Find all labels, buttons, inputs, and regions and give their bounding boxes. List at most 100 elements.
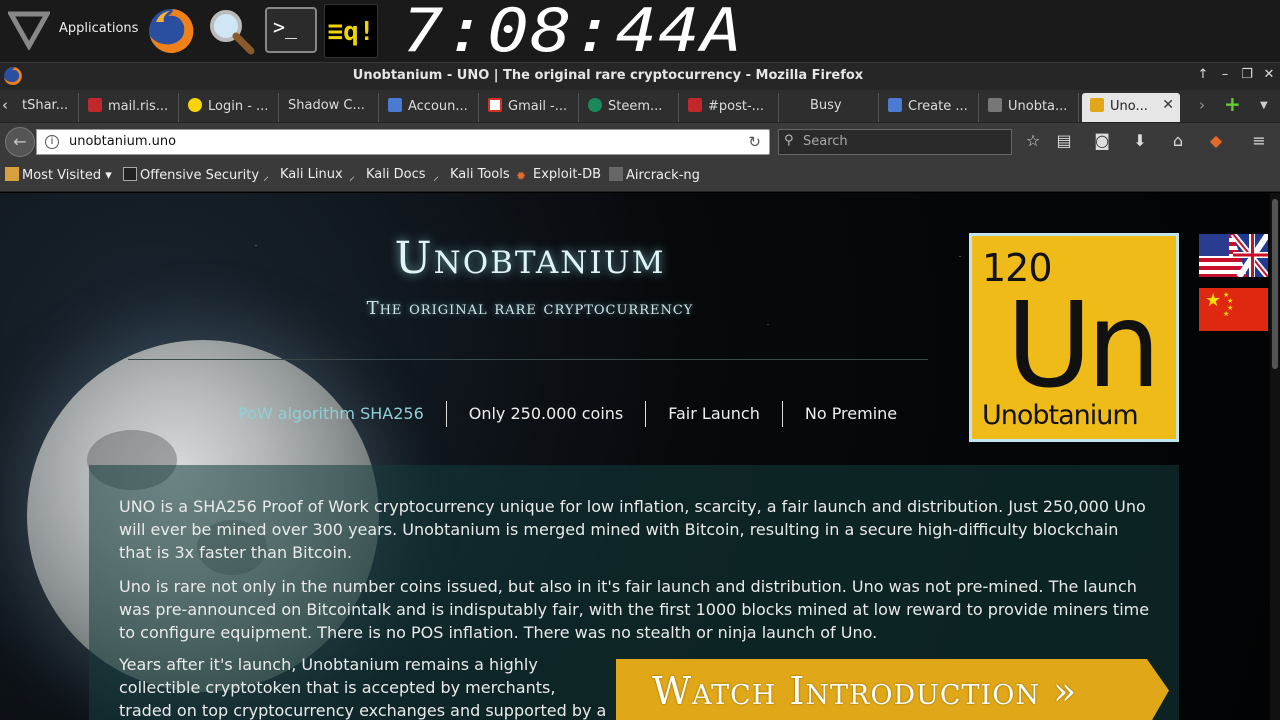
element-symbol: Un [1006,276,1161,414]
tab-label: Accoun... [408,99,468,114]
window-close-button[interactable]: ✕ [1259,67,1279,82]
bookmark-label: Exploit-DB [533,167,602,182]
chinese-flag-icon[interactable]: ★ ★ ★ ★ ★ [1199,288,1268,331]
window-title: Unobtanium - UNO | The original rare cry… [352,68,864,83]
feature-item: Only 250.000 coins [447,401,647,427]
tab[interactable]: Unobta... [980,93,1079,122]
feature-list: PoW algorithm SHA256 Only 250.000 coins … [216,401,919,427]
applications-menu-label[interactable]: Applications [59,21,138,36]
window-titlebar: Unobtanium - UNO | The original rare cry… [0,62,1280,90]
bookmark-star-icon[interactable]: ☆ [1022,131,1044,150]
panel-clock: 7:08:44A [402,0,744,66]
pocket-icon[interactable]: ◙ [1091,131,1113,150]
home-icon[interactable]: ⌂ [1167,131,1189,150]
firefox-launcher-icon[interactable] [146,6,196,56]
reload-icon[interactable]: ↻ [748,133,761,151]
feature-item: PoW algorithm SHA256 [216,401,447,427]
url-bar[interactable]: i unobtanium.uno ↻ [36,129,770,155]
watch-introduction-button[interactable]: Watch Introduction » [616,659,1169,720]
site-info-icon[interactable]: i [45,135,59,149]
feature-item: Fair Launch [646,401,783,427]
window-maximize-button[interactable]: ❐ [1237,67,1257,82]
tab[interactable]: tShar... [14,93,79,122]
tab[interactable]: #post-... [680,93,779,122]
tab-label: tShar... [22,98,69,113]
window-minimize-button[interactable]: – [1215,67,1235,82]
page-title: Unobtanium [394,233,666,284]
search-icon: ⚲ [784,133,794,148]
bookmark-label: Kali Linux [280,167,343,182]
tab[interactable]: Accoun... [380,93,479,122]
extension-icon[interactable]: ◆ [1205,131,1227,150]
account-tab-icon [388,98,402,112]
bookmark-aircrack-ng[interactable]: Aircrack-ng [609,167,700,183]
bookmarks-toolbar: Most Visited ▾ Offensive Security ⸝ Kali … [0,158,1280,192]
applications-menu-icon[interactable] [8,10,50,50]
tab[interactable]: Shadow C... [280,93,379,122]
unobtanium-tab-icon [988,98,1002,112]
bookmark-label: Aircrack-ng [626,168,700,183]
tab-bar: ‹ tShar... mail.ris... Login - ... Shado… [0,90,1280,122]
tab[interactable]: Steem... [580,93,679,122]
bookmark-label: Kali Tools [450,167,510,182]
title-divider [128,359,928,360]
english-flag-icon[interactable] [1199,234,1268,277]
bookmark-exploit-db[interactable]: ✹ Exploit-DB [516,167,601,183]
tab-label: Uno... [1110,99,1148,114]
intro-paragraph: UNO is a SHA256 Proof of Work cryptocurr… [119,497,1146,562]
bookmark-label: Most Visited [22,168,102,183]
bookmark-label: Kali Docs [366,167,426,182]
navigation-bar: ← i unobtanium.uno ↻ ⚲ Search ☆ ▤ ◙ ⬇ ⌂ … [0,122,1280,158]
intro-paragraph: Years after it's launch, Unobtanium rema… [119,655,607,720]
exploitdb-icon: ✹ [516,169,527,183]
flag-star-icon: ★ [1205,290,1222,311]
bookmark-most-visited[interactable]: Most Visited ▾ [5,167,112,183]
gmail-tab-icon [488,98,502,112]
bookmark-kali-docs[interactable]: ⸝ Kali Docs [349,167,426,183]
tab-list-icon[interactable]: ▼ [1260,100,1268,111]
terminal-launcher-icon[interactable]: >_ [265,7,317,53]
tab-scroll-right-icon[interactable]: › [1199,96,1205,114]
tab-label: Shadow C... [288,98,365,113]
tab-active[interactable]: Uno... ✕ [1082,93,1180,122]
cpu-monitor-icon: ≡q! [324,4,378,58]
back-arrow-icon[interactable]: ← [5,127,35,157]
search-placeholder: Search [803,134,848,149]
create-tab-icon [888,98,902,112]
bookmark-offensive-security[interactable]: Offensive Security [123,167,259,183]
tab-label: Busy [810,98,842,113]
bookmark-kali-tools[interactable]: ⸝ Kali Tools [433,167,510,183]
tab-close-icon[interactable]: ✕ [1162,97,1174,113]
scrollbar-thumb[interactable] [1272,199,1278,369]
steem-tab-icon [588,98,602,112]
mail-tab-icon [88,98,102,112]
tab-label: Unobta... [1008,99,1068,114]
tab-label: Login - ... [208,99,269,114]
reading-list-icon[interactable]: ▤ [1053,131,1075,150]
tab-scroll-left-icon[interactable]: ‹ [2,96,8,114]
page-scrollbar[interactable] [1270,193,1280,720]
bookmark-label: Offensive Security [140,168,260,183]
tab[interactable]: Busy [780,93,879,122]
tab-label: Create ... [908,99,968,114]
intro-paragraph: Uno is rare not only in the number coins… [119,577,1150,642]
tab[interactable]: Gmail -... [480,93,579,122]
tab[interactable]: Create ... [880,93,979,122]
element-name: Unobtanium [982,400,1139,431]
tab-label: Steem... [608,99,663,114]
search-input[interactable]: ⚲ Search [778,129,1012,155]
window-keep-above-button[interactable]: ↑ [1193,67,1213,82]
tab-label: Gmail -... [508,99,568,114]
tab[interactable]: mail.ris... [80,93,179,122]
downloads-icon[interactable]: ⬇ [1129,131,1151,150]
tab[interactable]: Login - ... [180,93,279,122]
search-launcher-icon[interactable] [206,6,256,56]
login-tab-icon [188,98,202,112]
flag-star-icon: ★ [1223,310,1230,318]
folder-icon [5,167,19,181]
hamburger-menu-icon[interactable]: ≡ [1248,131,1270,150]
tab-label: #post-... [708,99,765,114]
new-tab-icon[interactable]: + [1224,92,1241,116]
page-viewport: Unobtanium The original rare cryptocurre… [0,193,1280,720]
bookmark-kali-linux[interactable]: ⸝ Kali Linux [263,167,343,183]
